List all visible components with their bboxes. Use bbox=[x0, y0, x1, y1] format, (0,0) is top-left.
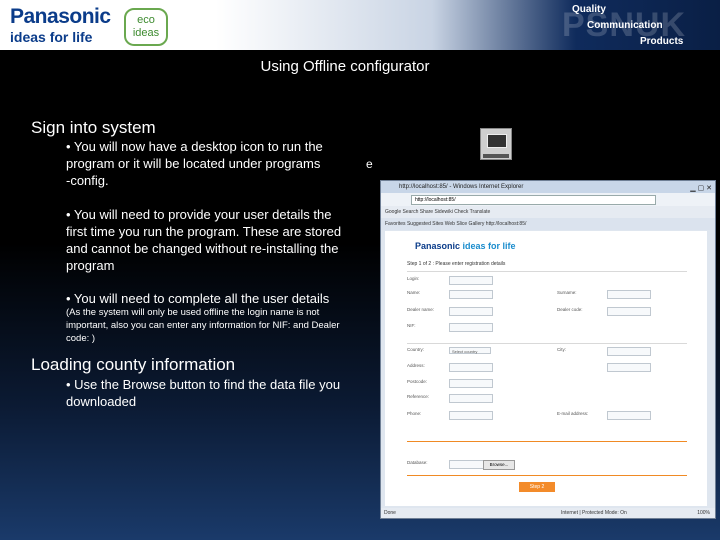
dealer-code-field[interactable] bbox=[607, 307, 651, 316]
icon-label-bar bbox=[483, 154, 509, 158]
page-logo: Panasonic ideas for life bbox=[415, 241, 516, 251]
bullet-line: program or it will be located under prog… bbox=[66, 156, 321, 171]
phone-field[interactable] bbox=[449, 411, 493, 420]
database-label: Database: bbox=[407, 460, 428, 465]
section-heading-sign-in: Sign into system bbox=[31, 118, 156, 137]
page-heading: Step 1 of 2 : Please enter registration … bbox=[407, 261, 506, 267]
eco-line2: ideas bbox=[132, 27, 160, 39]
eco-ideas-logo: eco ideas bbox=[124, 8, 168, 46]
bullet-line: • Use the Browse button to find the data… bbox=[66, 377, 341, 392]
dealer-name-label: Dealer name: bbox=[407, 307, 435, 312]
note-line: (As the system will only be used offline… bbox=[66, 307, 320, 318]
zoom-level[interactable]: 100% bbox=[697, 508, 710, 518]
page-logo-tagline: ideas for life bbox=[462, 241, 516, 251]
address-input[interactable]: http://localhost:85/ bbox=[411, 195, 656, 205]
surname-label: Surname: bbox=[557, 290, 577, 295]
name-label: Name: bbox=[407, 290, 421, 295]
reference-label: Reference: bbox=[407, 394, 430, 399]
panasonic-logo: Panasonic bbox=[10, 5, 111, 28]
address-bar: http://localhost:85/ bbox=[381, 193, 715, 206]
orange-divider bbox=[407, 475, 687, 476]
bullet-user-details: • You will need to provide your user det… bbox=[66, 206, 341, 274]
country-select[interactable]: Select country bbox=[449, 347, 491, 354]
divider bbox=[407, 343, 687, 344]
dealer-name-field[interactable] bbox=[449, 307, 493, 316]
psnuk-quality: Quality bbox=[572, 4, 606, 15]
form-row-postcode: Postcode: bbox=[407, 379, 687, 388]
bullet-line: -config. bbox=[66, 173, 109, 188]
postcode-label: Postcode: bbox=[407, 379, 428, 384]
eco-line1: eco bbox=[137, 14, 155, 26]
psnuk-products: Products bbox=[640, 36, 684, 47]
browser-title-bar: http://localhost:85/ - Windows Internet … bbox=[381, 181, 715, 193]
bullet-desktop-icon: • You will now have a desktop icon to ru… bbox=[66, 138, 323, 189]
bullet-browse: • Use the Browse button to find the data… bbox=[66, 376, 340, 410]
postcode-field[interactable] bbox=[449, 379, 493, 388]
bullet-line: first time you run the program. These ar… bbox=[66, 224, 342, 239]
login-label: Login: bbox=[407, 276, 420, 281]
stray-text: e bbox=[366, 157, 373, 171]
city-field[interactable] bbox=[607, 347, 651, 356]
form-row-reference: Reference: bbox=[407, 394, 687, 403]
bullet-line: and cannot be changed without re-install… bbox=[66, 241, 339, 256]
nif-field[interactable] bbox=[449, 323, 493, 332]
bullet-line: program bbox=[66, 258, 115, 273]
desktop-app-icon[interactable] bbox=[480, 128, 512, 160]
section-heading-loading: Loading county information bbox=[31, 355, 236, 374]
form-row-dealer: Dealer name: Dealer code: bbox=[407, 307, 687, 316]
bullet-complete-details: • You will need to complete all the user… bbox=[66, 291, 330, 306]
browse-button[interactable]: Browse... bbox=[483, 460, 515, 470]
status-done: Done bbox=[384, 510, 396, 516]
reference-field[interactable] bbox=[449, 394, 493, 403]
browser-title: http://localhost:85/ - Windows Internet … bbox=[399, 184, 524, 190]
slide-title: Using Offline configurator bbox=[260, 58, 430, 75]
form-row-name: Name: Surname: bbox=[407, 290, 687, 299]
address-label: Address: bbox=[407, 363, 425, 368]
dealer-code-label: Dealer code: bbox=[557, 307, 583, 312]
divider bbox=[407, 271, 687, 272]
bullet-line: • You will need to provide your user det… bbox=[66, 207, 332, 222]
step-2-button[interactable]: Step 2 bbox=[519, 482, 555, 492]
psnuk-logo: PSNUK Quality Communication Products bbox=[560, 2, 710, 48]
form-row-login: Login: bbox=[407, 276, 687, 285]
monitor-icon bbox=[487, 134, 507, 148]
status-bar: Done Internet | Protected Mode: On 100% bbox=[381, 508, 715, 518]
surname-field[interactable] bbox=[607, 290, 651, 299]
note-line: code: ) bbox=[66, 333, 96, 344]
offline-note: (As the system will only be used offline… bbox=[66, 306, 340, 345]
form-row-nif: NIF: bbox=[407, 323, 687, 332]
email-field[interactable] bbox=[607, 411, 651, 420]
psnuk-communication: Communication bbox=[587, 20, 663, 31]
email-label: E-mail address: bbox=[557, 411, 589, 416]
address-extra-field[interactable] bbox=[607, 363, 651, 372]
note-line: important, also you can enter any inform… bbox=[66, 320, 340, 331]
page-logo-brand: Panasonic bbox=[415, 241, 463, 251]
login-field[interactable] bbox=[449, 276, 493, 285]
google-toolbar[interactable]: Google Search Share Sidewiki Check Trans… bbox=[381, 206, 715, 218]
nif-label: NIF: bbox=[407, 323, 416, 328]
status-zone: Internet | Protected Mode: On bbox=[561, 510, 627, 516]
browser-window: http://localhost:85/ - Windows Internet … bbox=[380, 180, 716, 519]
form-row-country: Country: Select country City: bbox=[407, 347, 687, 356]
phone-label: Phone: bbox=[407, 411, 422, 416]
favorites-bar[interactable]: Favorites Suggested Sites Web Slice Gall… bbox=[381, 218, 715, 230]
header-banner: Panasonic ideas for life eco ideas PSNUK… bbox=[0, 0, 720, 50]
name-field[interactable] bbox=[449, 290, 493, 299]
country-label: Country: bbox=[407, 347, 425, 352]
address-field[interactable] bbox=[449, 363, 493, 372]
registration-page: Panasonic ideas for life Step 1 of 2 : P… bbox=[385, 231, 707, 506]
orange-divider bbox=[407, 441, 687, 442]
form-row-phone: Phone: E-mail address: bbox=[407, 411, 687, 420]
logo-tagline: ideas for life bbox=[10, 29, 93, 45]
bullet-line: downloaded bbox=[66, 394, 137, 409]
form-row-database: Database: bbox=[407, 460, 687, 469]
city-label: City: bbox=[557, 347, 566, 352]
bullet-line: • You will now have a desktop icon to ru… bbox=[66, 139, 323, 154]
form-row-address: Address: bbox=[407, 363, 687, 372]
